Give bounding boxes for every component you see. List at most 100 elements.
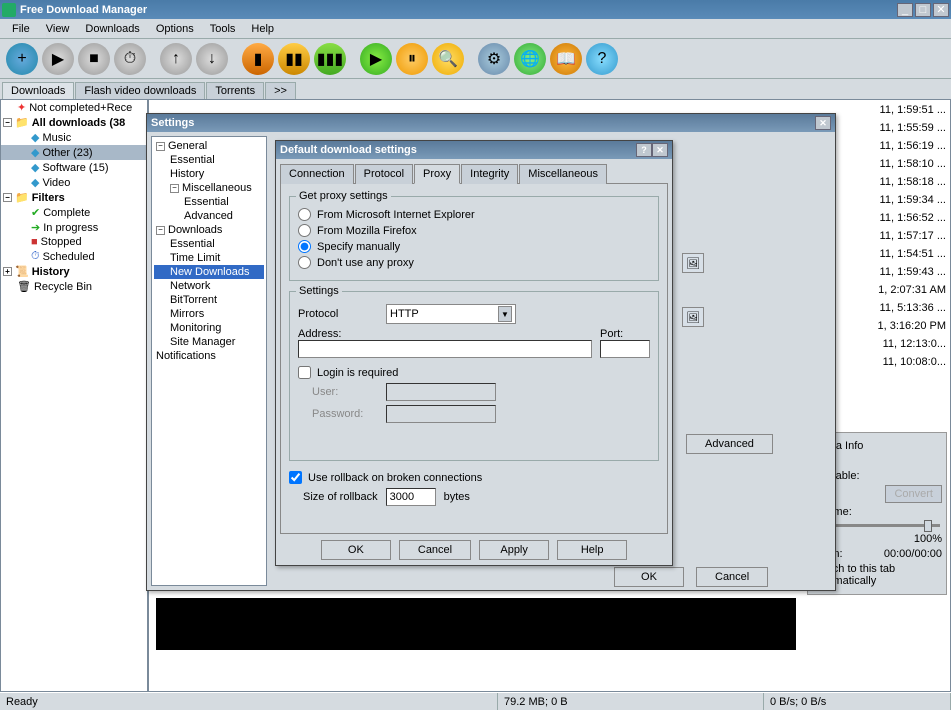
settings-cancel-button[interactable]: Cancel <box>696 567 768 587</box>
dds-tab-misc[interactable]: Miscellaneous <box>519 164 607 184</box>
st-mirrors[interactable]: Mirrors <box>154 307 264 321</box>
tree-software[interactable]: ◆Software (15) <box>1 160 147 175</box>
tree-not-completed[interactable]: ✦Not completed+Rece <box>1 100 147 115</box>
settings-ok-button[interactable]: OK <box>614 567 684 587</box>
st-monitoring[interactable]: Monitoring <box>154 321 264 335</box>
list-row[interactable]: 1, 2:07:31 AM <box>878 284 946 296</box>
rollback-size-input[interactable] <box>386 488 436 506</box>
traffic1-icon[interactable]: ▮ <box>242 43 274 75</box>
settings-close-icon[interactable]: ✕ <box>815 116 831 130</box>
schedule-icon[interactable]: ⏱ <box>114 43 146 75</box>
st-misc-essential[interactable]: Essential <box>154 195 264 209</box>
list-row[interactable]: 11, 1:58:10 ... <box>880 158 946 170</box>
start-all-icon[interactable]: ▶ <box>360 43 392 75</box>
list-row[interactable]: 11, 1:55:59 ... <box>880 122 946 134</box>
traffic3-icon[interactable]: ▮▮▮ <box>314 43 346 75</box>
radio-none[interactable] <box>298 256 311 269</box>
list-row[interactable]: 11, 1:59:43 ... <box>880 266 946 278</box>
list-row[interactable]: 11, 10:08:0... <box>883 356 946 368</box>
browse1-icon[interactable]: 🖼 <box>682 253 704 273</box>
list-row[interactable]: 11, 12:13:0... <box>883 338 946 350</box>
list-row[interactable]: 11, 5:13:36 ... <box>880 302 946 314</box>
list-row[interactable]: 11, 1:57:17 ... <box>880 230 946 242</box>
pause-all-icon[interactable]: ⏸ <box>396 43 428 75</box>
st-downloads[interactable]: −Downloads <box>154 223 264 237</box>
maximize-button[interactable]: □ <box>915 3 931 17</box>
st-general[interactable]: −General <box>154 139 264 153</box>
dds-tab-protocol[interactable]: Protocol <box>355 164 413 184</box>
tree-music[interactable]: ◆Music <box>1 130 147 145</box>
st-dl-essential[interactable]: Essential <box>154 237 264 251</box>
start-icon[interactable]: ▶ <box>42 43 74 75</box>
st-network[interactable]: Network <box>154 279 264 293</box>
tree-history[interactable]: +📜History <box>1 264 147 279</box>
dds-tab-integrity[interactable]: Integrity <box>461 164 518 184</box>
dds-help-icon[interactable]: ? <box>636 143 652 157</box>
convert-button[interactable]: Convert <box>885 485 942 503</box>
address-input[interactable] <box>298 340 592 358</box>
list-row[interactable]: 11, 1:59:34 ... <box>880 194 946 206</box>
tab-flash[interactable]: Flash video downloads <box>75 82 205 99</box>
radio-ie[interactable] <box>298 208 311 221</box>
minimize-button[interactable]: _ <box>897 3 913 17</box>
menu-view[interactable]: View <box>38 21 78 37</box>
dds-cancel-button[interactable]: Cancel <box>399 540 471 560</box>
list-row[interactable]: 11, 1:59:51 ... <box>880 104 946 116</box>
protocol-select[interactable]: HTTP ▼ <box>386 304 516 324</box>
tree-all-downloads[interactable]: −📁All downloads (38 <box>1 115 147 130</box>
menu-tools[interactable]: Tools <box>202 21 244 37</box>
menu-file[interactable]: File <box>4 21 38 37</box>
help-icon[interactable]: ? <box>586 43 618 75</box>
list-row[interactable]: 11, 1:56:19 ... <box>880 140 946 152</box>
dial-icon[interactable]: 🌐 <box>514 43 546 75</box>
st-site-manager[interactable]: Site Manager <box>154 335 264 349</box>
dds-help-button[interactable]: Help <box>557 540 627 560</box>
port-input[interactable] <box>600 340 650 358</box>
st-time-limit[interactable]: Time Limit <box>154 251 264 265</box>
move-down-icon[interactable]: ↓ <box>196 43 228 75</box>
advanced-button[interactable]: Advanced <box>686 434 773 454</box>
list-row[interactable]: 11, 1:54:51 ... <box>880 248 946 260</box>
tree-complete[interactable]: ✔Complete <box>1 205 147 220</box>
dds-close-icon[interactable]: ✕ <box>652 143 668 157</box>
find-icon[interactable]: 🔍 <box>432 43 464 75</box>
login-required-checkbox[interactable] <box>298 366 311 379</box>
st-essential[interactable]: Essential <box>154 153 264 167</box>
close-button[interactable]: ✕ <box>933 3 949 17</box>
settings-icon[interactable]: ⚙ <box>478 43 510 75</box>
radio-manual[interactable] <box>298 240 311 253</box>
dds-ok-button[interactable]: OK <box>321 540 391 560</box>
st-history[interactable]: History <box>154 167 264 181</box>
move-up-icon[interactable]: ↑ <box>160 43 192 75</box>
dds-tab-proxy[interactable]: Proxy <box>414 164 460 184</box>
st-notifications[interactable]: Notifications <box>154 349 264 363</box>
tree-recycle[interactable]: 🗑Recycle Bin <box>1 279 147 294</box>
list-row[interactable]: 1, 3:16:20 PM <box>878 320 947 332</box>
tree-scheduled[interactable]: ⏱Scheduled <box>1 249 147 264</box>
menu-options[interactable]: Options <box>148 21 202 37</box>
st-misc[interactable]: −Miscellaneous <box>154 181 264 195</box>
tree-in-progress[interactable]: ➔In progress <box>1 220 147 235</box>
browse2-icon[interactable]: 🖼 <box>682 307 704 327</box>
tab-more[interactable]: >> <box>265 82 296 99</box>
tree-stopped[interactable]: ■Stopped <box>1 235 147 249</box>
st-bittorrent[interactable]: BitTorrent <box>154 293 264 307</box>
help-book-icon[interactable]: 📖 <box>550 43 582 75</box>
menu-downloads[interactable]: Downloads <box>77 21 147 37</box>
tree-other[interactable]: ◆Other (23) <box>1 145 147 160</box>
st-misc-advanced[interactable]: Advanced <box>154 209 264 223</box>
dds-apply-button[interactable]: Apply <box>479 540 549 560</box>
traffic2-icon[interactable]: ▮▮ <box>278 43 310 75</box>
tree-filters[interactable]: −📁Filters <box>1 190 147 205</box>
tree-video[interactable]: ◆Video <box>1 175 147 190</box>
stop-icon[interactable]: ■ <box>78 43 110 75</box>
rollback-checkbox[interactable] <box>289 471 302 484</box>
tab-torrents[interactable]: Torrents <box>206 82 264 99</box>
radio-firefox[interactable] <box>298 224 311 237</box>
tab-downloads[interactable]: Downloads <box>2 82 74 99</box>
list-row[interactable]: 11, 1:56:52 ... <box>880 212 946 224</box>
dds-tab-connection[interactable]: Connection <box>280 164 354 184</box>
add-download-icon[interactable]: + <box>6 43 38 75</box>
st-new-downloads[interactable]: New Downloads <box>154 265 264 279</box>
list-row[interactable]: 11, 1:58:18 ... <box>880 176 946 188</box>
